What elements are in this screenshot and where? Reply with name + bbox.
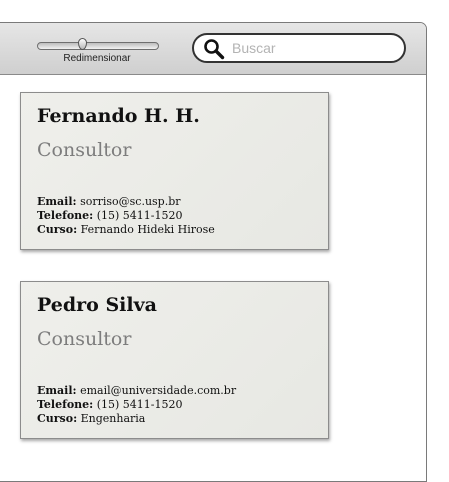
contact-card[interactable]: Pedro Silva Consultor Email: email@unive… xyxy=(20,281,329,439)
course-value: Fernando Hideki Hirose xyxy=(80,223,215,236)
search-icon[interactable] xyxy=(203,38,225,60)
resize-slider[interactable]: Redimensionar xyxy=(37,37,159,67)
toolbar: Redimensionar xyxy=(0,23,426,75)
search-field[interactable] xyxy=(192,33,406,63)
phone-label: Telefone: xyxy=(37,398,94,411)
phone-label: Telefone: xyxy=(37,209,94,222)
email-row: Email: email@universidade.com.br xyxy=(37,384,236,398)
email-label: Email: xyxy=(37,384,77,397)
contact-details: Email: email@universidade.com.br Telefon… xyxy=(37,384,236,426)
course-label: Curso: xyxy=(37,223,78,236)
phone-row: Telefone: (15) 5411-1520 xyxy=(37,398,236,412)
app-window: Redimensionar Fernando H. H. Consultor E… xyxy=(0,22,427,482)
resize-slider-thumb[interactable] xyxy=(77,38,87,50)
search-input[interactable] xyxy=(232,38,397,58)
contact-card[interactable]: Fernando H. H. Consultor Email: sorriso@… xyxy=(20,92,329,250)
contact-list: Fernando H. H. Consultor Email: sorriso@… xyxy=(0,75,426,481)
course-value: Engenharia xyxy=(80,412,146,425)
course-row: Curso: Engenharia xyxy=(37,412,236,426)
course-row: Curso: Fernando Hideki Hirose xyxy=(37,223,215,237)
resize-label: Redimensionar xyxy=(63,53,131,64)
email-value: sorriso@sc.usp.br xyxy=(80,195,181,208)
email-row: Email: sorriso@sc.usp.br xyxy=(37,195,215,209)
email-label: Email: xyxy=(37,195,77,208)
contact-details: Email: sorriso@sc.usp.br Telefone: (15) … xyxy=(37,195,215,237)
phone-row: Telefone: (15) 5411-1520 xyxy=(37,209,215,223)
resize-slider-track[interactable] xyxy=(37,42,159,50)
phone-value: (15) 5411-1520 xyxy=(96,209,183,222)
contact-name: Pedro Silva xyxy=(37,294,157,316)
contact-role: Consultor xyxy=(37,139,132,161)
course-label: Curso: xyxy=(37,412,78,425)
contact-role: Consultor xyxy=(37,328,132,350)
phone-value: (15) 5411-1520 xyxy=(96,398,183,411)
contact-name: Fernando H. H. xyxy=(37,105,200,127)
email-value: email@universidade.com.br xyxy=(80,384,237,397)
